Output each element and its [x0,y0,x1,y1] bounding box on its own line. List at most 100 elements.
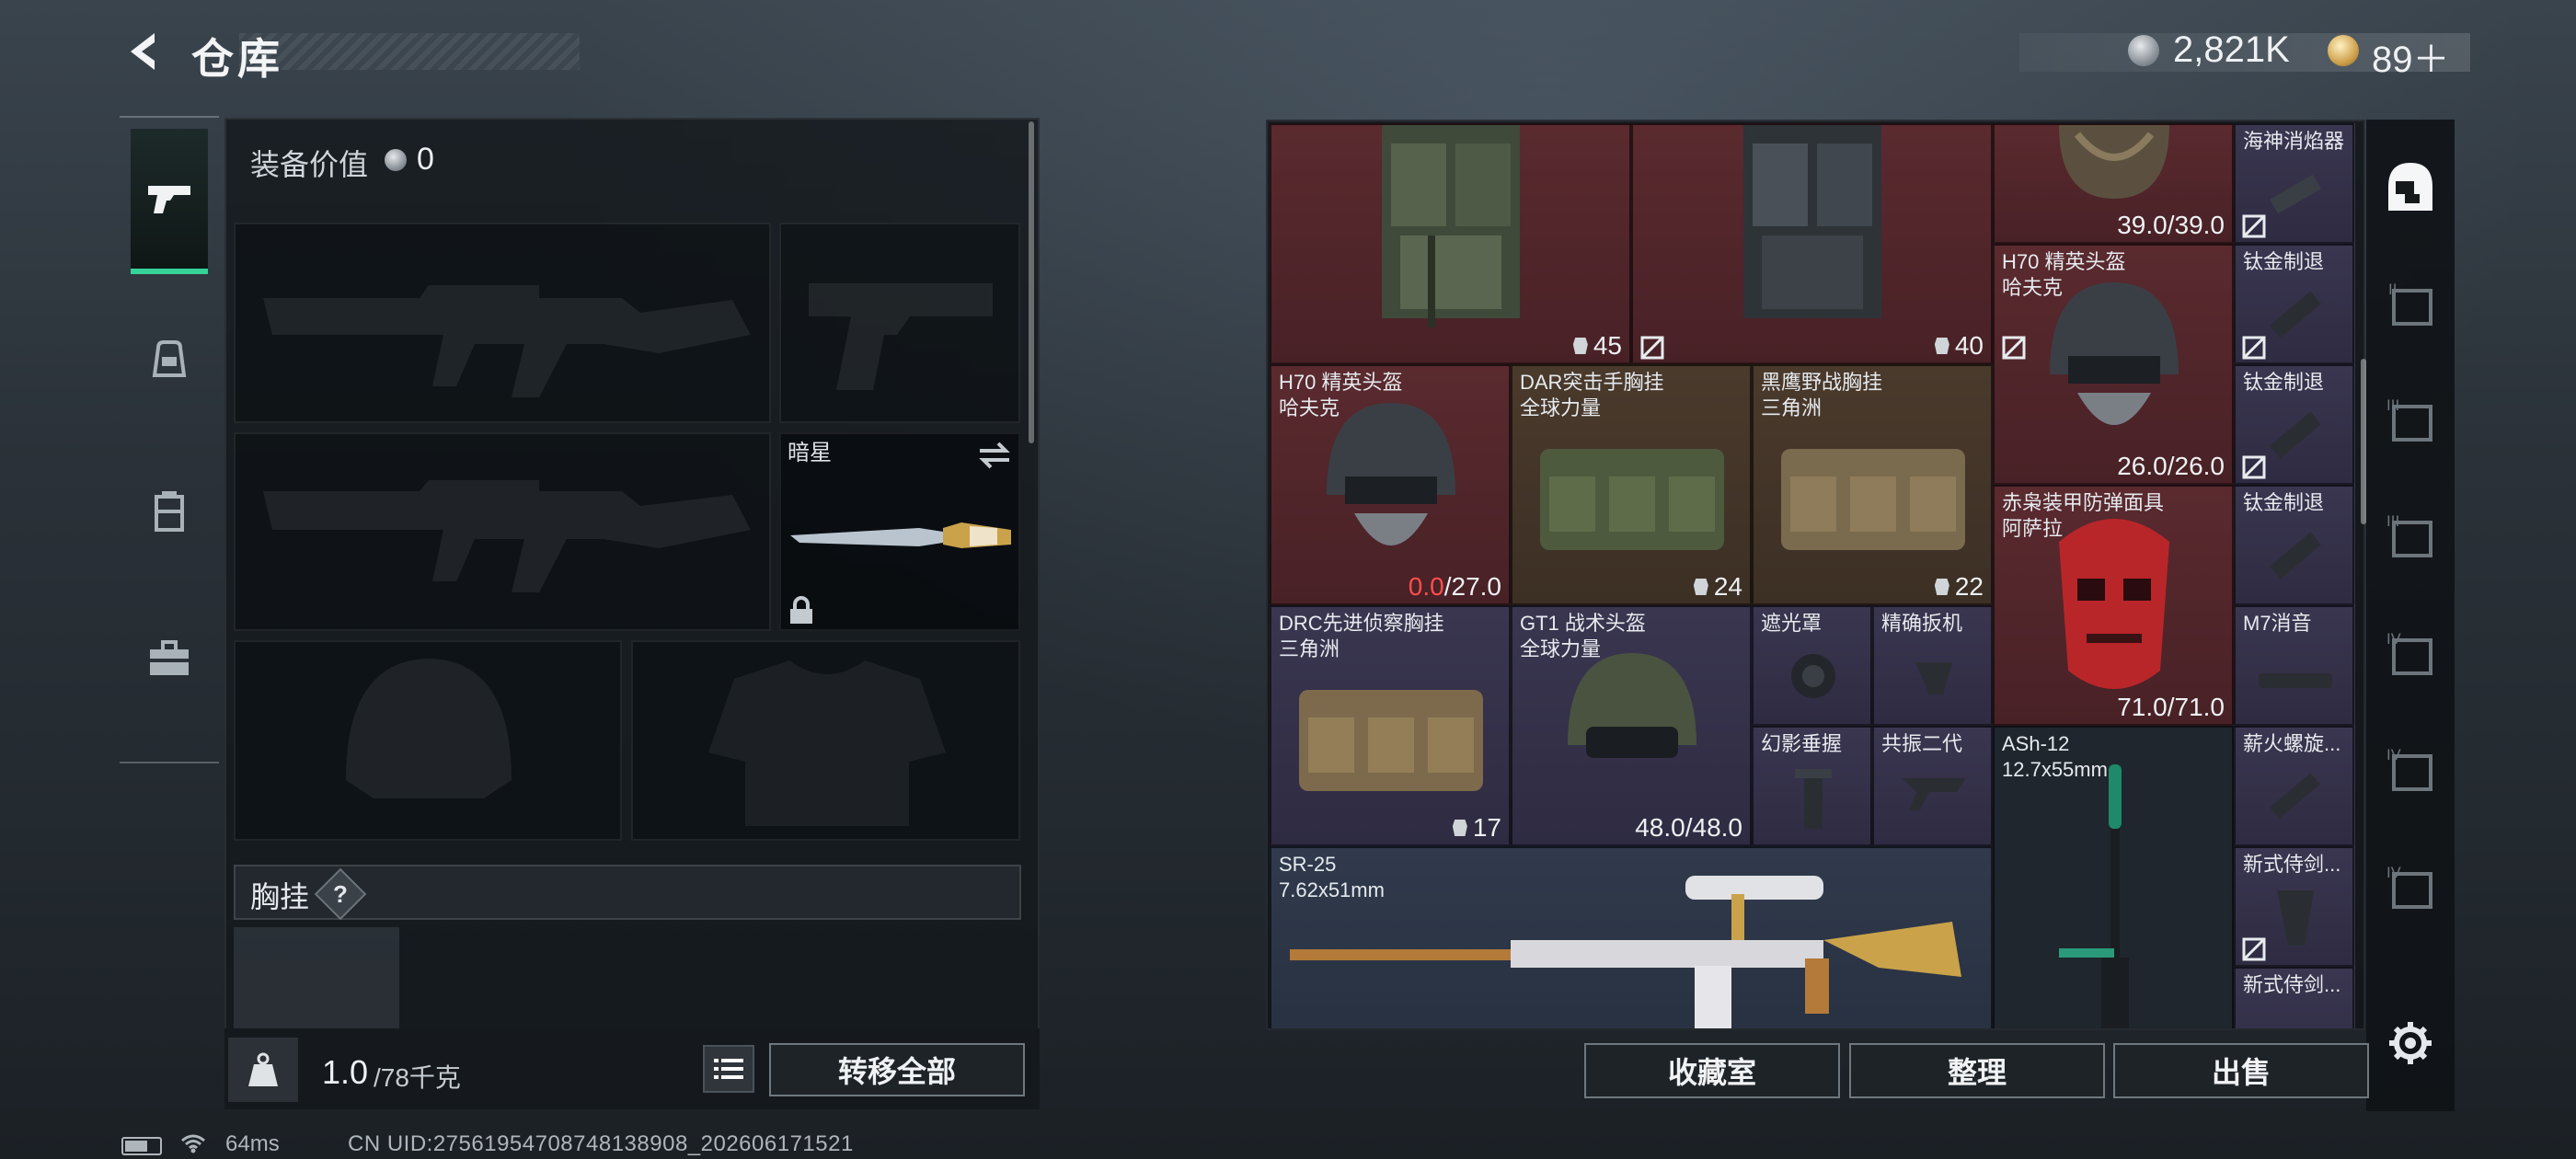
carry-weight-max: /78千克 [374,1063,461,1092]
sell-button[interactable]: 出售 [2113,1043,2369,1098]
gold-amount[interactable]: 89＋ [2372,29,2450,83]
item-name: 薪火螺旋... [2243,732,2341,755]
gear-icon [2389,1022,2432,1064]
helmet-image [1327,403,1455,545]
item-name: DAR突击手胸挂 全球力量 [1520,371,1664,419]
muzzle-image [2269,773,2320,820]
ping-readout: 64ms [225,1131,280,1156]
stash-tab-iii-icon: III [2386,396,2432,442]
chest-rig-image [1743,125,1881,318]
collection-room-button[interactable]: 收藏室 [1584,1043,1840,1098]
backpack-icon [152,340,187,377]
found-in-raid-icon [2002,336,2026,360]
muzzle-image [2270,174,2321,214]
primary-weapon-slot-1[interactable] [234,223,771,423]
stash-grid: 45 40 39.0/39.0 海神消焰器 H70 精英头盔 哈夫克 26.0/… [1270,123,2355,1028]
stash-item[interactable]: 40 [1631,123,1993,364]
helmet-slot[interactable] [234,640,622,841]
kg-weight-icon [248,1052,278,1086]
stash-tab-iv-c[interactable]: IV [2379,855,2442,920]
silver-coin-icon [2128,35,2159,66]
tab-backpack[interactable] [131,313,208,405]
item-count: 22 [1934,572,1984,602]
trigger-image [1915,662,1952,694]
stash-item[interactable]: 新式侍剑... [2234,967,2354,1028]
sort-button[interactable]: 整理 [1849,1043,2105,1098]
category-tabs [120,116,219,763]
stash-item[interactable]: 赤枭装甲防弹面具 阿萨拉 71.0/71.0 [1993,485,2234,726]
primary-weapon-slot-2[interactable] [234,432,771,631]
item-name: 钛金制退 [2243,491,2325,514]
item-durability: 0.0/27.0 [1408,572,1501,601]
stash-item[interactable]: 精确扳机 [1872,605,1993,726]
item-durability: 26.0/26.0 [2117,452,2225,480]
settings-button[interactable] [2383,1016,2438,1071]
stash-item[interactable]: H70 精英头盔 哈夫克 0.0/27.0 [1270,364,1511,605]
stash-tab-iii-b[interactable]: III [2379,504,2442,568]
item-count: 40 [1934,331,1984,361]
stash-item[interactable]: DRC先进侦察胸挂 三角洲 17 [1270,605,1511,846]
stash-item[interactable]: SR-25 7.62x51mm [1270,846,1993,1028]
helmet-silhouette-icon [346,659,512,798]
chest-rig-image [1299,690,1483,791]
lock-icon [790,596,812,624]
loadout-scrollbar[interactable] [1029,121,1034,443]
chest-rig-slot[interactable] [234,927,399,1028]
stash-item[interactable]: 黑鹰野战胸挂 三角洲 22 [1752,364,1993,605]
stash-home-tab[interactable] [2379,155,2442,219]
stash-tab-iii[interactable]: III [2379,388,2442,453]
compensator-image [2269,411,2322,459]
tab-weapons[interactable] [131,129,208,274]
back-button[interactable] [118,24,173,79]
item-durability: 39.0/39.0 [2117,211,2225,239]
armor-slot[interactable] [631,640,1020,841]
title-strip-decoration [239,33,580,70]
stash-tab-iii-b-icon: III [2386,512,2432,557]
stash-tab-iv[interactable]: IV [2379,622,2442,686]
item-name: 新式侍剑... [2243,853,2341,876]
tab-toolbox[interactable] [131,613,208,705]
svg-text:III: III [2386,396,2399,414]
rifle-silhouette-icon [263,480,751,592]
grip-image [2277,890,2314,946]
stash-tab-ii-icon: II [2388,281,2432,326]
silver-amount: 2,821K [2173,29,2290,70]
item-count: 45 [1572,331,1622,361]
tab-chest-rig[interactable] [131,465,208,557]
stash-item[interactable]: H70 精英头盔 哈夫克 26.0/26.0 [1993,244,2234,485]
stash-item[interactable]: 45 [1270,123,1631,364]
item-count: 17 [1452,813,1501,843]
stash-item[interactable]: 共振二代 [1872,726,1993,846]
helmet-image [2050,282,2179,425]
list-view-button[interactable] [703,1045,754,1093]
item-count: 24 [1693,572,1742,602]
stash-item[interactable]: GT1 战术头盔 全球力量 48.0/48.0 [1511,605,1752,846]
pistol-slot[interactable] [779,223,1020,423]
lens-hood-image [1791,654,1835,698]
stash-tab-iv-b[interactable]: IV [2379,738,2442,802]
stash-item[interactable]: 39.0/39.0 [1993,123,2234,244]
chest-rig-label: 胸挂 [250,880,310,913]
swap-icon[interactable] [976,440,1013,471]
stash-item[interactable]: 薪火螺旋... [2234,726,2354,846]
stash-item[interactable]: 幻影垂握 [1752,726,1872,846]
chest-rig-image [1382,125,1520,327]
transfer-all-button[interactable]: 转移全部 [769,1043,1025,1096]
found-in-raid-icon [1640,336,1664,360]
mask-image [2059,519,2169,689]
stash-item[interactable]: ASh-12 12.7x55mm [1993,726,2234,1028]
equip-value-label: 装备价值 [250,148,369,181]
item-name: 精确扳机 [1881,612,1963,635]
stash-item[interactable]: 遮光罩 [1752,605,1872,726]
stash-item[interactable]: DAR突击手胸挂 全球力量 24 [1511,364,1752,605]
stash-item[interactable]: 钛金制退 [2234,485,2354,605]
item-durability: 71.0/71.0 [2117,693,2225,721]
found-in-raid-icon [2242,937,2266,961]
battery-level [125,1141,147,1152]
toolbox-icon [150,640,189,675]
user-uid: CN UID:27561954708748138908_202606171521 [348,1131,854,1156]
item-name: 共振二代 [1881,732,1963,755]
equip-value: 0 [417,142,434,177]
stash-tab-ii[interactable]: II [2379,272,2442,337]
stash-item[interactable]: M7消音 [2234,605,2354,726]
